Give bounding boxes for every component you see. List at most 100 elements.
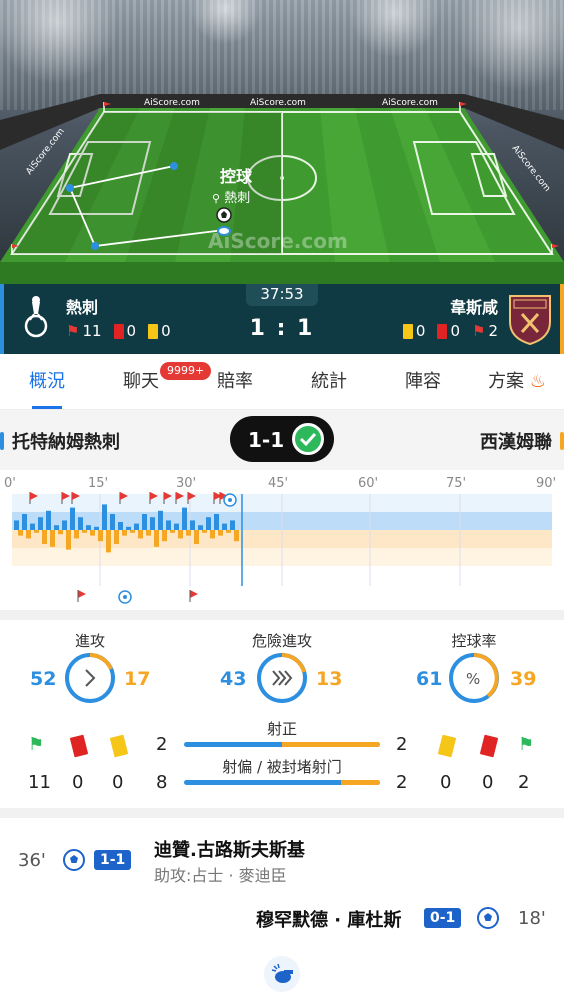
home-yellow-cards: 0 bbox=[161, 322, 171, 340]
home-momentum-bar bbox=[118, 522, 123, 530]
corner-flag-icon: ⚑ bbox=[472, 322, 486, 340]
home-momentum-bar bbox=[150, 517, 155, 530]
red-card-icon bbox=[479, 734, 499, 758]
pitch-svg: AiScore.com AiScore.com AiScore.com AiSc… bbox=[0, 94, 564, 284]
away-team-name[interactable]: 韋斯咸 bbox=[450, 294, 498, 318]
away-momentum-bar bbox=[170, 530, 175, 533]
away-momentum-bar bbox=[122, 530, 127, 536]
home-momentum-bar bbox=[94, 526, 99, 530]
home-shots-off-value: 8 bbox=[156, 772, 168, 793]
result-pill: 1-1 bbox=[230, 416, 334, 462]
home-red-value: 0 bbox=[72, 772, 84, 793]
percent-icon: % bbox=[466, 670, 480, 688]
home-yellow-value: 0 bbox=[112, 772, 124, 793]
yellow-card-icon bbox=[109, 734, 129, 758]
dangerous-attack-label: 危險進攻 bbox=[251, 632, 312, 650]
watermark: AiScore.com bbox=[144, 98, 200, 108]
home-attack-value: 52 bbox=[30, 668, 57, 690]
watermark: AiScore.com bbox=[510, 144, 552, 194]
home-momentum-bar bbox=[142, 514, 147, 530]
score-bar: 熱刺 37:53 1 : 1 ⚑ 11 0 0 韋斯咸 0 0 ⚑ 2 bbox=[0, 284, 564, 354]
home-corners: 11 bbox=[82, 322, 102, 340]
home-team-logo[interactable] bbox=[12, 292, 60, 346]
away-momentum-bar bbox=[194, 530, 199, 544]
home-goal-marker bbox=[223, 493, 237, 507]
event-player[interactable]: 迪贊.古路斯夫斯基 bbox=[154, 836, 305, 862]
home-momentum-bar bbox=[182, 507, 187, 530]
away-corner-markers bbox=[77, 590, 198, 602]
home-team-name[interactable]: 熱刺 bbox=[66, 294, 98, 318]
pitch-visualization: AiScore.com AiScore.com AiScore.com AiSc… bbox=[0, 0, 564, 284]
home-team-full-name[interactable]: 托特納姆熱刺 bbox=[12, 428, 120, 454]
match-timeline: 0' 15' 30' 45' 60' 75' 90' bbox=[0, 470, 564, 610]
away-shots-on-value: 2 bbox=[396, 734, 408, 755]
home-color-edge bbox=[0, 284, 4, 354]
home-momentum-bar bbox=[230, 520, 235, 530]
away-momentum-bar bbox=[178, 530, 183, 539]
section-divider bbox=[0, 808, 564, 818]
whistle-icon bbox=[264, 956, 300, 992]
possession-ring: % bbox=[449, 653, 499, 703]
event-score-chip: 0-1 bbox=[424, 908, 462, 928]
shots-off-bar bbox=[184, 780, 380, 785]
section-divider bbox=[0, 610, 564, 620]
away-goal-marker bbox=[118, 590, 132, 604]
shots-on-bar bbox=[184, 742, 380, 747]
shots-off-label: 射偏 / 被封堵射门 bbox=[222, 758, 342, 776]
event-player[interactable]: 穆罕默德 · 庫杜斯 bbox=[256, 906, 401, 932]
away-momentum-bar bbox=[226, 530, 231, 533]
away-momentum-bar bbox=[186, 530, 191, 536]
tab-stats[interactable]: 統計 bbox=[282, 354, 376, 409]
away-momentum-bar bbox=[34, 530, 39, 533]
home-dangerous-value: 43 bbox=[220, 668, 247, 690]
away-momentum-bar bbox=[58, 530, 63, 535]
event-assist: 助攻:占士 · 麥迪臣 bbox=[154, 866, 287, 885]
away-momentum-bar bbox=[50, 530, 55, 547]
home-momentum-bar bbox=[62, 520, 67, 530]
triple-chevron-icon bbox=[272, 670, 293, 686]
away-momentum-bar bbox=[26, 530, 31, 539]
home-momentum-bar bbox=[126, 526, 131, 530]
away-corners-value: 2 bbox=[518, 772, 530, 793]
away-momentum-bar bbox=[106, 530, 111, 553]
away-team-logo[interactable] bbox=[506, 292, 554, 346]
red-card-icon bbox=[437, 323, 448, 339]
away-momentum-bar bbox=[18, 530, 23, 536]
possession-team: ⚲ 熱刺 bbox=[212, 187, 250, 206]
away-stat-row: 0 0 ⚑ 2 bbox=[402, 322, 498, 340]
match-score: 1 : 1 bbox=[249, 316, 315, 341]
away-shots-off-value: 2 bbox=[396, 772, 408, 793]
tab-bar: 概況 聊天 賠率 統計 陣容 方案 ♨ bbox=[0, 354, 564, 410]
attack-ring bbox=[65, 653, 115, 703]
momentum-chart bbox=[12, 492, 552, 604]
away-momentum-bar bbox=[114, 530, 119, 544]
away-momentum-bar bbox=[66, 530, 71, 550]
home-red-cards: 0 bbox=[126, 322, 137, 340]
home-momentum-bar bbox=[206, 517, 211, 530]
home-possession-value: 61 bbox=[416, 668, 443, 690]
away-corners: 2 bbox=[488, 322, 498, 340]
yellow-card-icon bbox=[402, 323, 413, 339]
tab-lineup[interactable]: 陣容 bbox=[376, 354, 470, 409]
home-momentum-bar bbox=[174, 523, 179, 530]
home-momentum-bar bbox=[214, 514, 219, 530]
red-card-icon bbox=[69, 734, 89, 758]
away-dangerous-value: 13 bbox=[316, 668, 343, 690]
chat-badge: 9999+ bbox=[160, 362, 212, 380]
away-attack-value: 17 bbox=[124, 668, 151, 690]
tab-overview[interactable]: 概況 bbox=[0, 354, 94, 409]
away-momentum-bar bbox=[218, 530, 223, 536]
home-momentum-bar bbox=[134, 523, 139, 530]
away-color-edge bbox=[560, 284, 564, 354]
tab-plans[interactable]: 方案 ♨ bbox=[470, 354, 564, 409]
check-icon bbox=[292, 423, 324, 455]
home-momentum-bar bbox=[54, 525, 59, 530]
possession-label: 控球率 bbox=[451, 632, 497, 650]
away-momentum-bar bbox=[74, 530, 79, 539]
away-team-full-name[interactable]: 西漢姆聯 bbox=[480, 428, 552, 454]
event-minute: 18' bbox=[518, 908, 546, 929]
away-possession-value: 39 bbox=[510, 668, 537, 690]
home-momentum-bar bbox=[70, 507, 75, 530]
away-momentum-bar bbox=[98, 530, 103, 542]
corner-flag-icon: ⚑ bbox=[28, 734, 45, 755]
